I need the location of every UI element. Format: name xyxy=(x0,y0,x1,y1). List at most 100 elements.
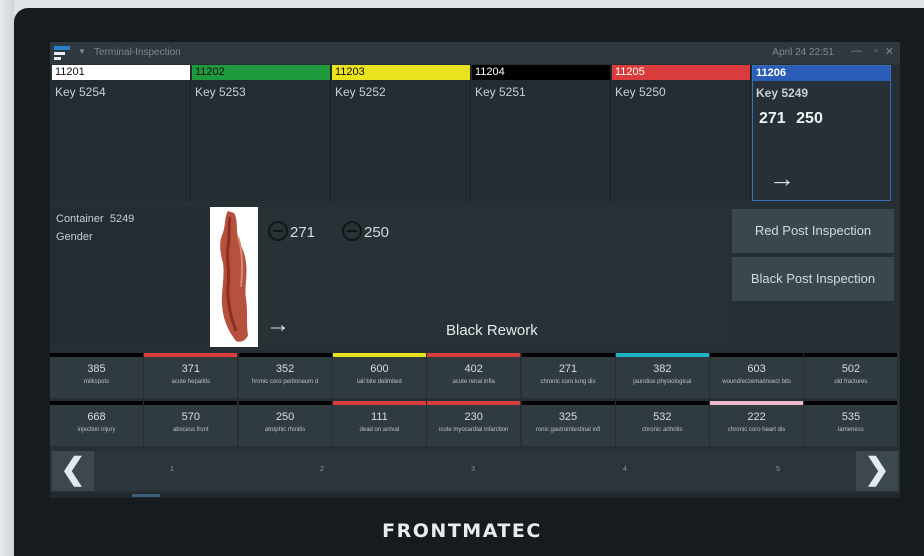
pager: ❮ ❯ 1 2 3 4 5 xyxy=(50,451,900,491)
queue-tile-11201[interactable]: 11201 Key 5254 xyxy=(52,65,191,201)
finding-code: 668 xyxy=(87,411,106,423)
queue-tile-11203[interactable]: 11203 Key 5252 xyxy=(332,65,471,201)
finding-name: acute hepatitis xyxy=(171,379,211,385)
minimize-button[interactable]: — xyxy=(851,45,862,57)
datetime-display: April 24 22:51 xyxy=(772,47,834,58)
finding-button-230[interactable]: 230 icute myocardial infarction xyxy=(427,401,521,446)
finding-code: 382 xyxy=(653,363,672,375)
minus-circle-icon[interactable] xyxy=(342,221,362,241)
tile-key: Key 5250 xyxy=(615,85,666,99)
finding-code: 385 xyxy=(87,363,106,375)
finding-name: dead on arrival xyxy=(359,427,400,433)
finding-name: wound/eczema/insect bits xyxy=(722,379,791,385)
finding-button-668[interactable]: 668 injection injury xyxy=(50,401,143,446)
scrollbar-thumb[interactable] xyxy=(132,494,160,497)
minus-circle-icon[interactable] xyxy=(268,221,288,241)
finding-name: abscess front xyxy=(172,427,209,433)
finding-button-222[interactable]: 222 chronic coro heart dis xyxy=(710,401,804,446)
finding-code: 271 xyxy=(558,363,578,375)
finding-code: 111 xyxy=(371,411,388,423)
queue-tile-11204[interactable]: 11204 Key 5251 xyxy=(472,65,611,201)
black-post-inspection-button[interactable]: Black Post Inspection xyxy=(732,257,894,301)
finding-button-603[interactable]: 603 wound/eczema/insect bits xyxy=(710,353,804,398)
finding-button-502[interactable]: 502 old fractures xyxy=(804,353,898,398)
finding-code: 600 xyxy=(370,363,389,375)
next-page-button[interactable]: ❯ xyxy=(856,451,898,491)
finding-code: 532 xyxy=(653,411,672,423)
brand-logo: FRONTMATEC xyxy=(382,520,542,542)
finding-name: injection injury xyxy=(77,427,116,433)
page-2[interactable]: 2 xyxy=(320,466,324,473)
finding-name: icute myocardial infarction xyxy=(439,427,509,433)
finding-button-111[interactable]: 111 dead on arrival xyxy=(332,401,426,446)
rework-label: Black Rework xyxy=(446,322,538,339)
finding-name: chronic arthritis xyxy=(641,427,683,433)
container-value: 5249 xyxy=(109,213,135,225)
tile-key: Key 5252 xyxy=(335,85,386,99)
finding-code: 230 xyxy=(464,411,483,423)
tile-id-bar: 11202 xyxy=(192,65,330,80)
finding-name: chronic coro lung dis xyxy=(540,379,596,385)
finding-button-382[interactable]: 382 jaundice physiological xyxy=(615,353,709,398)
finding-name: old fractures xyxy=(834,379,868,385)
queue-tile-11205[interactable]: 11205 Key 5250 xyxy=(612,65,751,201)
finding-name: tail bite delimited xyxy=(357,379,402,385)
finding-name: acute renal infla xyxy=(452,379,495,385)
tile-tag-2: 250 xyxy=(796,110,823,127)
tile-id-bar: 11206 xyxy=(753,66,890,81)
finding-name: lameness xyxy=(838,427,864,433)
tag-271[interactable]: 271 xyxy=(268,221,315,241)
container-label: Container xyxy=(56,213,104,225)
arrow-right-icon[interactable]: → xyxy=(769,163,795,194)
finding-button-570[interactable]: 570 abscess front xyxy=(144,401,238,446)
tile-id-bar: 11201 xyxy=(52,65,190,80)
tag-250[interactable]: 250 xyxy=(342,221,389,241)
tile-id-bar: 11205 xyxy=(612,65,750,80)
queue-tile-11202[interactable]: 11202 Key 5253 xyxy=(192,65,331,201)
tile-id-bar: 11203 xyxy=(332,65,470,80)
page-4[interactable]: 4 xyxy=(623,466,627,473)
finding-name: ronic gastrointestinal infl xyxy=(535,427,601,433)
finding-button-371[interactable]: 371 acute hepatitis xyxy=(144,353,238,398)
close-button[interactable]: ✕ xyxy=(885,45,894,58)
page-1[interactable]: 1 xyxy=(170,466,174,473)
prev-page-button[interactable]: ❮ xyxy=(52,451,94,491)
finding-button-352[interactable]: 352 hronic coro peritoneum d xyxy=(238,353,332,398)
inspection-panel: 271 250 → Black Rework xyxy=(258,207,728,345)
finding-button-325[interactable]: 325 ronic gastrointestinal infl xyxy=(521,401,615,446)
finding-name: chronic coro heart dis xyxy=(727,427,786,433)
finding-name: atrophic rhinitis xyxy=(264,427,306,433)
finding-button-532[interactable]: 532 chronic arthritis xyxy=(615,401,709,446)
pig-carcass-icon xyxy=(220,211,248,342)
page-3[interactable]: 3 xyxy=(471,466,475,473)
carcass-info-panel: Container 5249 Gender xyxy=(52,207,207,345)
finding-button-600[interactable]: 600 tail bite delimited xyxy=(332,353,426,398)
finding-name: milkspots xyxy=(83,379,109,385)
queue-tile-11206-active[interactable]: 11206 Key 5249 271 250 → xyxy=(752,65,891,201)
finding-button-271[interactable]: 271 chronic coro lung dis xyxy=(521,353,615,398)
finding-code: 325 xyxy=(558,411,578,423)
finding-button-385[interactable]: 385 milkspots xyxy=(50,353,143,398)
app-logo-icon[interactable] xyxy=(54,46,70,60)
finding-code: 402 xyxy=(464,363,483,375)
tile-key: Key 5253 xyxy=(195,85,246,99)
dropdown-arrow-icon[interactable]: ▼ xyxy=(78,47,86,56)
tile-tag-1: 271 xyxy=(759,110,786,127)
tile-key: Key 5254 xyxy=(55,85,106,99)
finding-button-250[interactable]: 250 atrophic rhinitis xyxy=(238,401,332,446)
tile-id-bar: 11204 xyxy=(472,65,610,80)
finding-code: 371 xyxy=(181,363,200,375)
page-5[interactable]: 5 xyxy=(776,466,780,473)
finding-button-402[interactable]: 402 acute renal infla xyxy=(427,353,521,398)
restore-button[interactable]: ▫ xyxy=(874,45,878,57)
findings-grid: 385 milkspots 371 acute hepatitis 352 hronic … xyxy=(50,353,900,446)
window-title: Terminal-Inspection xyxy=(94,47,181,58)
tag-250-label: 250 xyxy=(364,224,390,241)
horizontal-scrollbar[interactable] xyxy=(50,493,900,498)
arrow-right-icon[interactable]: → xyxy=(266,311,290,339)
terminal-screen: ▼ Terminal-Inspection April 24 22:51 — ▫… xyxy=(50,42,900,498)
finding-button-535[interactable]: 535 lameness xyxy=(804,401,898,446)
red-post-inspection-button[interactable]: Red Post Inspection xyxy=(732,209,894,253)
tag-271-label: 271 xyxy=(290,224,316,241)
finding-name: hronic coro peritoneum d xyxy=(251,379,319,385)
